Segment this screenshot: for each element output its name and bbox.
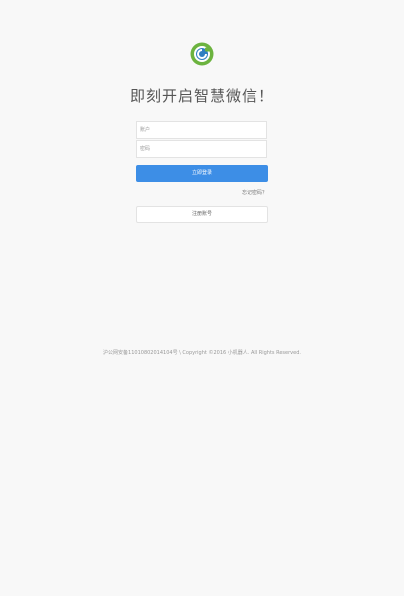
copyright-footer: 沪公网安备11010802014104号 \ Copyright ©2016 小…: [103, 350, 301, 356]
password-input[interactable]: [136, 140, 267, 158]
username-input[interactable]: [136, 121, 267, 139]
login-button[interactable]: 立即登录: [136, 165, 268, 182]
login-page: 即刻开启智慧微信！ 立即登录 忘记密码？ 注册账号 沪公网安备110108020…: [0, 0, 404, 596]
register-button[interactable]: 注册账号: [136, 206, 268, 223]
page-headline: 即刻开启智慧微信！: [129, 87, 274, 105]
forgot-password-link[interactable]: 忘记密码？: [242, 189, 267, 196]
app-logo-icon: [189, 41, 215, 67]
